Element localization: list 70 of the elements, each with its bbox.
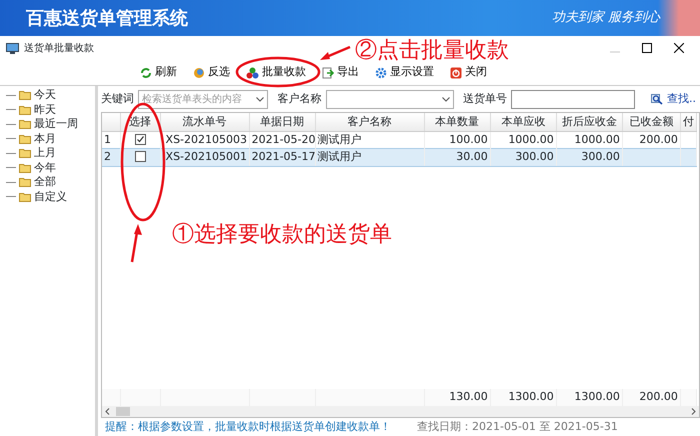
table-cell: 测试用户 [315,148,424,166]
annotation-text: ①选择要收款的送货单 [172,221,392,249]
folder-icon [19,119,31,130]
settings-icon [375,66,387,78]
table-cell: 30.00 [424,148,490,166]
table-row[interactable]: 2 XS-202105001 2021-05-17 测试用户 30.00 300.00 300.00 [102,148,696,166]
table-cell: XS-202105001 [160,148,250,166]
refresh-icon [140,66,152,78]
row-number: 2 [102,148,120,166]
scroll-thumb[interactable] [116,407,130,416]
tree-item[interactable]: 最近一周 [34,116,78,132]
annotation-text: ②点击批量收款 [355,37,509,65]
window-title: 送货单批量收款 [24,42,94,56]
export-icon [322,66,334,78]
order-number-field[interactable] [511,90,635,108]
folder-icon [19,177,31,188]
horizontal-scrollbar[interactable] [102,406,699,417]
column-header[interactable]: 本单应收 [490,113,556,131]
circles-icon [193,66,205,78]
maximize-icon[interactable] [642,43,652,53]
column-header[interactable]: 本单数量 [424,113,490,131]
monitor-icon [6,42,19,54]
scroll-right-icon[interactable] [691,408,696,415]
column-header[interactable]: 折后应收金 [556,113,622,131]
column-header[interactable]: 客户名称 [315,113,424,131]
column-header[interactable]: 付 [680,113,696,131]
order-number-label: 送货单号 [463,90,507,107]
callout-arrow [320,46,350,60]
tree-item[interactable]: 本月 [34,130,56,147]
folder-icon [19,90,31,100]
folder-icon [19,134,31,144]
app-title: 百惠送货单管理系统 [26,6,188,30]
checkbox[interactable] [134,151,146,162]
search-icon [651,93,664,105]
chevron-down-icon [442,96,450,102]
date-range: 查找日期：2021-05-01 至 2021-05-31 [417,418,618,435]
power-icon [450,66,462,78]
tree-item[interactable]: 今天 [34,87,56,104]
table-cell: 2021-05-17 [249,148,316,166]
checkbox[interactable] [134,134,146,145]
toolbar-button[interactable]: 导出 [322,64,359,81]
folder-icon [19,162,31,173]
keyword-label: 关键词 [101,90,134,107]
toolbar-button[interactable]: 批量收款 [246,64,306,81]
tree-item[interactable]: 全部 [34,174,56,190]
toolbar-button[interactable]: 关闭 [450,64,487,81]
tree-item[interactable]: 今年 [34,160,56,176]
table-cell: 300.00 [490,148,556,166]
column-header[interactable]: 单据日期 [249,113,316,131]
customer-label: 客户名称 [278,90,322,107]
folder-icon [19,148,31,158]
status-hint: 提醒：根据参数设置，批量收款时根据送货单创建收款单！ [105,418,391,435]
toolbar-button[interactable]: 反选 [193,64,230,81]
app-slogan: 功夫到家 服务到心 [552,9,660,28]
scroll-left-icon[interactable] [105,408,110,415]
folder-icon [19,192,31,202]
search-link[interactable]: 查找.. [651,90,696,108]
balls-icon [246,66,259,78]
callout-arrow [130,224,142,262]
tree-item[interactable]: 上月 [34,145,56,162]
column-header[interactable]: 流水单号 [160,113,250,131]
close-icon[interactable] [674,43,684,53]
chevron-down-icon [256,96,264,102]
tree-item[interactable]: 自定义 [34,188,67,205]
toolbar-button[interactable]: 刷新 [140,64,177,81]
column-header[interactable]: 已收金额 [622,113,680,131]
table-cell: 300.00 [556,148,622,166]
folder-icon [19,104,31,115]
toolbar-button[interactable]: 显示设置 [375,64,434,81]
tree-item[interactable]: 昨天 [34,102,56,118]
